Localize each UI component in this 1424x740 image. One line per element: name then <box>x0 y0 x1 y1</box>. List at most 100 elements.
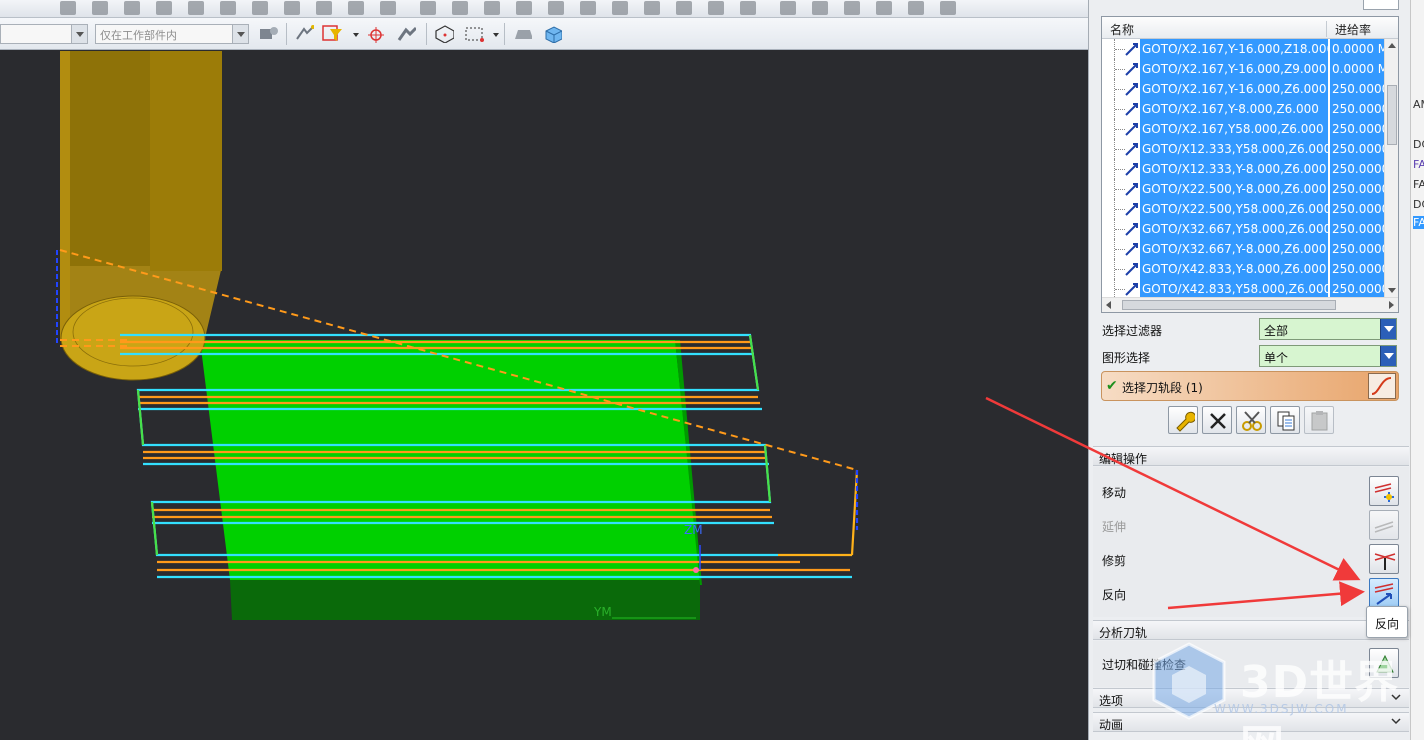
hexagon-select-icon[interactable] <box>434 25 454 43</box>
list-item[interactable]: GOTO/X2.167,Y58.000,Z6.000 250.0000 <box>1102 119 1384 139</box>
reverse-label: 反向 <box>1102 588 1127 602</box>
scroll-left-icon[interactable] <box>1106 301 1111 309</box>
vertical-scrollbar[interactable] <box>1384 39 1398 297</box>
toolbar-icon[interactable] <box>188 1 204 15</box>
toolbar-icon[interactable] <box>380 1 396 15</box>
toolbar-icon[interactable] <box>220 1 236 15</box>
toolbar-icon[interactable] <box>156 1 172 15</box>
scroll-down-icon[interactable] <box>1388 288 1396 293</box>
reverse-path-icon <box>1374 583 1394 605</box>
trim-button[interactable] <box>1369 544 1399 574</box>
edge-text: DC <box>1413 138 1424 151</box>
toolbar-icon[interactable] <box>580 1 596 15</box>
list-item[interactable]: GOTO/X2.167,Y-8.000,Z6.000 250.0000 <box>1102 99 1384 119</box>
toolbar-icon[interactable] <box>812 1 828 15</box>
toolbar-icon[interactable] <box>708 1 724 15</box>
toolbar-icon[interactable] <box>612 1 628 15</box>
list-item[interactable]: GOTO/X2.167,Y-16.000,Z6.000 250.0000 <box>1102 79 1384 99</box>
toolbar-icon[interactable] <box>548 1 564 15</box>
filter-settings-icon[interactable] <box>258 25 278 43</box>
list-item[interactable]: GOTO/X2.167,Y-16.000,Z9.000 0.0000 M <box>1102 59 1384 79</box>
toolbar-icon[interactable] <box>124 1 140 15</box>
list-item[interactable]: GOTO/X32.667,Y-8.000,Z6.000 250.0000 <box>1102 239 1384 259</box>
curve-rule-icon[interactable] <box>396 25 416 43</box>
chevron-down-icon[interactable] <box>352 25 360 43</box>
tree-line <box>1114 199 1125 219</box>
feed-rate: 250.0000 <box>1330 279 1384 299</box>
scroll-thumb[interactable] <box>1387 85 1397 145</box>
list-item[interactable]: GOTO/X22.500,Y58.000,Z6.000 250.0000 <box>1102 199 1384 219</box>
toolbar-icon[interactable] <box>876 1 892 15</box>
delete-button[interactable] <box>1202 406 1232 434</box>
scroll-up-icon[interactable] <box>1388 43 1396 48</box>
paste-button[interactable] <box>1304 406 1334 434</box>
toolbar-icon[interactable] <box>284 1 300 15</box>
extend-button[interactable] <box>1369 510 1399 540</box>
rectangle-select-icon[interactable] <box>464 25 484 43</box>
list-item[interactable]: GOTO/X42.833,Y58.000,Z6.000 250.0000 <box>1102 279 1384 299</box>
toolbar-icon[interactable] <box>644 1 660 15</box>
edit-operations-header[interactable]: 编辑操作 <box>1093 446 1409 466</box>
extend-path-icon <box>1374 521 1394 533</box>
toolpath-list[interactable]: 名称 进给率 GOTO/X2.167,Y-16.000,Z18.000 0.000… <box>1101 16 1399 313</box>
toolbar-icon[interactable] <box>60 1 76 15</box>
toolbar-icon[interactable] <box>420 1 436 15</box>
tree-line <box>1114 219 1125 239</box>
toolbar-icon[interactable] <box>780 1 796 15</box>
chevron-down-icon[interactable] <box>71 25 87 43</box>
section-title: 动画 <box>1099 718 1124 732</box>
chevron-down-icon[interactable] <box>1380 346 1396 366</box>
list-item[interactable]: GOTO/X22.500,Y-8.000,Z6.000 250.0000 <box>1102 179 1384 199</box>
scroll-right-icon[interactable] <box>1389 301 1394 309</box>
list-item[interactable]: GOTO/X12.333,Y58.000,Z6.000 250.0000 <box>1102 139 1384 159</box>
chevron-down-icon[interactable] <box>232 25 248 43</box>
edge-text: AM <box>1413 98 1424 111</box>
toolbar-icon[interactable] <box>252 1 268 15</box>
toolbar-icon[interactable] <box>908 1 924 15</box>
toolbar-icon[interactable] <box>484 1 500 15</box>
toolbar-icon[interactable] <box>316 1 332 15</box>
chevron-down-icon[interactable] <box>492 25 500 43</box>
list-item[interactable]: GOTO/X42.833,Y-8.000,Z6.000 250.0000 <box>1102 259 1384 279</box>
solid-shade-icon[interactable] <box>512 25 532 43</box>
cut-button[interactable] <box>1236 406 1266 434</box>
toolbar-icon[interactable] <box>676 1 692 15</box>
list-item[interactable]: GOTO/X12.333,Y-8.000,Z6.000 250.0000 <box>1102 159 1384 179</box>
selection-filter-combo[interactable]: 全部 <box>1259 318 1397 340</box>
scene-canvas[interactable]: ZM YM <box>0 51 1088 740</box>
scope-filter-combo[interactable]: 仅在工作部件内 <box>95 24 249 44</box>
chevron-down-icon[interactable] <box>1380 319 1396 339</box>
move-path-icon <box>1374 483 1394 502</box>
column-header-feed[interactable]: 进给率 <box>1326 21 1371 37</box>
select-segment-row[interactable]: ✔ 选择刀轨段 (1) <box>1101 371 1399 401</box>
copy-button[interactable] <box>1270 406 1300 434</box>
list-item[interactable]: GOTO/X32.667,Y58.000,Z6.000 250.0000 <box>1102 219 1384 239</box>
toolbar-icon[interactable] <box>740 1 756 15</box>
selection-filter-icon[interactable] <box>322 25 342 43</box>
list-item[interactable]: GOTO/X2.167,Y-16.000,Z18.000 0.0000 M <box>1102 39 1384 59</box>
reverse-button[interactable] <box>1369 578 1399 608</box>
watermark-url: WWW.3DSJW.COM <box>1214 702 1349 716</box>
move-name: GOTO/X32.667,Y-8.000,Z6.000 <box>1140 239 1328 259</box>
point-snap-icon[interactable] <box>364 25 384 43</box>
snap-icon[interactable] <box>294 25 314 43</box>
scroll-thumb[interactable] <box>1122 300 1336 310</box>
trim-path-icon <box>1374 553 1396 570</box>
toolbar-icon[interactable] <box>940 1 956 15</box>
toolbar-icon[interactable] <box>452 1 468 15</box>
type-filter-combo[interactable] <box>0 24 88 44</box>
toolbar-icon[interactable] <box>92 1 108 15</box>
toolbar-icon[interactable] <box>844 1 860 15</box>
shape-selection-combo[interactable]: 单个 <box>1259 345 1397 367</box>
move-button[interactable] <box>1369 476 1399 506</box>
graphics-viewport[interactable]: ZM YM <box>0 51 1088 740</box>
select-curve-button[interactable] <box>1368 373 1396 399</box>
cutting-tool[interactable] <box>60 51 222 381</box>
horizontal-scrollbar[interactable] <box>1102 297 1398 312</box>
view-cube-icon[interactable] <box>542 25 562 43</box>
toolbar-icon[interactable] <box>348 1 364 15</box>
toolbar-icon[interactable] <box>516 1 532 15</box>
edit-wrench-button[interactable] <box>1168 406 1198 434</box>
add-button[interactable] <box>1363 0 1399 10</box>
column-header-name[interactable]: 名称 <box>1110 21 1134 38</box>
